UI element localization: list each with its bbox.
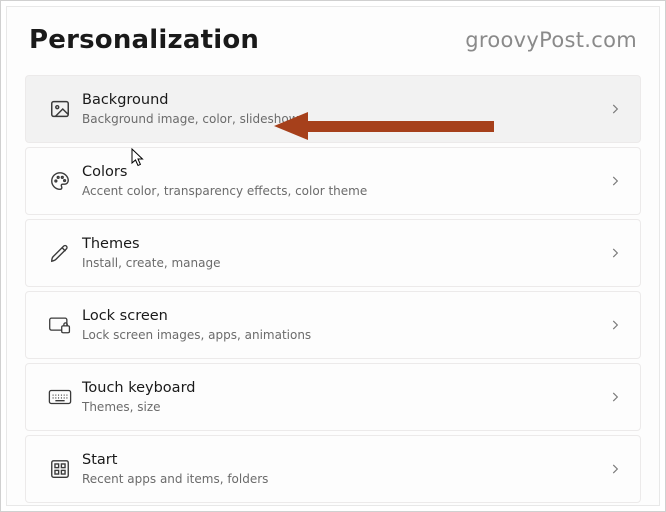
item-title: Themes (82, 235, 608, 253)
chevron-right-icon (608, 462, 622, 476)
chevron-right-icon (608, 318, 622, 332)
item-subtitle: Lock screen images, apps, animations (82, 328, 608, 343)
item-title: Lock screen (82, 307, 608, 325)
setting-item-start[interactable]: Start Recent apps and items, folders (25, 435, 641, 503)
lock-screen-icon (38, 315, 82, 335)
item-subtitle: Accent color, transparency effects, colo… (82, 184, 608, 199)
setting-item-themes[interactable]: Themes Install, create, manage (25, 219, 641, 287)
chevron-right-icon (608, 174, 622, 188)
setting-item-background[interactable]: Background Background image, color, slid… (25, 75, 641, 143)
item-subtitle: Recent apps and items, folders (82, 472, 608, 487)
item-subtitle: Install, create, manage (82, 256, 608, 271)
image-icon (38, 98, 82, 120)
item-subtitle: Background image, color, slideshow (82, 112, 608, 127)
chevron-right-icon (608, 102, 622, 116)
setting-item-touch-keyboard[interactable]: Touch keyboard Themes, size (25, 363, 641, 431)
chevron-right-icon (608, 390, 622, 404)
pen-icon (38, 242, 82, 264)
header: Personalization groovyPost.com (7, 7, 659, 65)
item-title: Touch keyboard (82, 379, 608, 397)
item-title: Start (82, 451, 608, 469)
start-icon (38, 458, 82, 480)
watermark: groovyPost.com (465, 28, 637, 52)
item-title: Background (82, 91, 608, 109)
chevron-right-icon (608, 246, 622, 260)
setting-item-colors[interactable]: Colors Accent color, transparency effect… (25, 147, 641, 215)
item-subtitle: Themes, size (82, 400, 608, 415)
keyboard-icon (38, 388, 82, 406)
page-title: Personalization (29, 25, 259, 55)
setting-item-lock-screen[interactable]: Lock screen Lock screen images, apps, an… (25, 291, 641, 359)
settings-list: Background Background image, color, slid… (7, 65, 659, 503)
palette-icon (38, 170, 82, 192)
item-title: Colors (82, 163, 608, 181)
